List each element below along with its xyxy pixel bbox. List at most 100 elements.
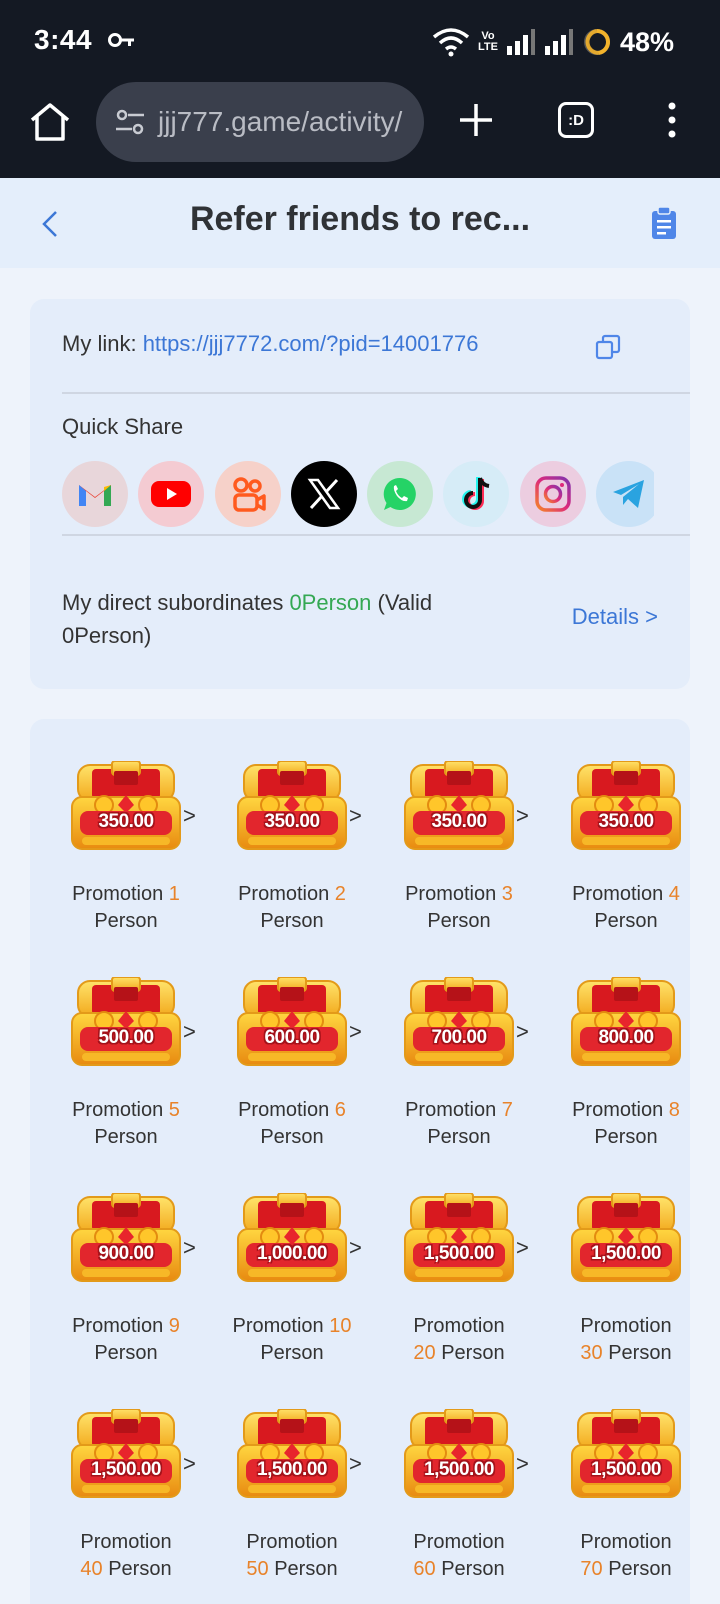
promotion-count: 2 (334, 883, 346, 905)
reward-amount: 700.00 (431, 1027, 487, 1048)
treasure-chest-icon: 500.00 (68, 977, 184, 1069)
treasure-chest-icon: 350.00 (568, 761, 684, 853)
progression-arrow: > (183, 803, 196, 828)
progression-arrow: > (349, 803, 362, 828)
treasure-chest-icon: 1,500.00 (401, 1409, 517, 1501)
reward-amount: 800.00 (598, 1027, 654, 1048)
rewards-grid: 350.00 Promotion 1 Person > 350.00 Promotion… (30, 719, 690, 1604)
treasure-chest-icon: 1,500.00 (401, 1193, 517, 1285)
reward-tier: 600.00 Promotion 6 Person (210, 977, 374, 1151)
reward-tier: 1,500.00 Promotion 20 Person (377, 1193, 541, 1367)
referral-link-card: My link: https://jjj7772.com/?pid=140017… (30, 299, 690, 689)
reward-tier: 1,000.00 Promotion 10 Person (210, 1193, 374, 1367)
reward-tier: 350.00 Promotion 1 Person (44, 761, 208, 935)
signal-icon-1 (506, 29, 535, 55)
reward-tier: 800.00 Promotion 8 Person (544, 977, 708, 1151)
reward-tier: 1,500.00 Promotion 40 Person (44, 1409, 208, 1583)
reward-tier: 900.00 Promotion 9 Person (44, 1193, 208, 1367)
instagram-share-icon[interactable] (520, 461, 586, 527)
progression-arrow: > (349, 1235, 362, 1260)
progression-arrow: > (349, 1451, 362, 1476)
x-share-icon[interactable] (291, 461, 357, 527)
kuaishou-share-icon[interactable] (215, 461, 281, 527)
treasure-chest-icon: 900.00 (68, 1193, 184, 1285)
progression-arrow: > (516, 1235, 529, 1260)
quick-share-row (62, 461, 654, 529)
reward-requirement: Promotion 9 Person (72, 1315, 180, 1364)
battery-ring-icon (583, 28, 610, 55)
direct-subordinates-text: My direct subordinates 0Person (Valid 0P… (62, 590, 433, 648)
site-settings-icon[interactable] (114, 106, 146, 138)
address-bar[interactable]: jjj777.game/activity/ (96, 82, 424, 162)
reward-amount: 600.00 (264, 1027, 320, 1048)
reward-requirement: Promotion 3 Person (405, 883, 513, 932)
tab-switcher-button[interactable]: :D (558, 102, 594, 138)
reward-tier: 350.00 Promotion 3 Person (377, 761, 541, 935)
battery-percent: 48% (619, 26, 674, 57)
reward-amount: 1,000.00 (257, 1243, 327, 1264)
reward-requirement: Promotion 30 Person (580, 1315, 672, 1364)
youtube-share-icon[interactable] (138, 461, 204, 527)
home-button[interactable] (28, 100, 72, 144)
treasure-chest-icon: 700.00 (401, 977, 517, 1069)
promotion-count: 40 (80, 1558, 103, 1580)
progression-arrow: > (349, 1019, 362, 1044)
my-link-url[interactable]: https://jjj7772.com/?pid=14001776 (143, 331, 479, 356)
reward-requirement: Promotion 70 Person (580, 1531, 672, 1580)
promotion-count: 9 (168, 1315, 180, 1337)
page-title: Refer friends to rec... (189, 200, 531, 238)
details-link[interactable]: Details > (572, 604, 658, 630)
promotion-count: 8 (668, 1099, 680, 1121)
wifi-icon (432, 28, 470, 57)
treasure-chest-icon: 350.00 (234, 761, 350, 853)
promotion-count: 50 (246, 1558, 269, 1580)
url-text: jjj777.game/activity/ (158, 106, 403, 137)
reward-requirement: Promotion 7 Person (405, 1099, 513, 1148)
tiktok-share-icon[interactable] (443, 461, 509, 527)
key-icon (108, 33, 134, 47)
volte-indicator: Vo LTE (477, 30, 498, 53)
reward-tier: 1,500.00 Promotion 30 Person (544, 1193, 708, 1367)
signal-icon-2 (544, 29, 573, 55)
reward-requirement: Promotion 4 Person (572, 883, 680, 932)
new-tab-button[interactable] (456, 100, 496, 140)
progression-arrow: > (183, 1019, 196, 1044)
overflow-menu-icon[interactable] (662, 100, 682, 140)
reward-tier: 1,500.00 Promotion 60 Person (377, 1409, 541, 1583)
clipboard-icon[interactable] (650, 206, 678, 240)
divider (62, 392, 690, 394)
divider (62, 534, 690, 536)
promotion-count: 7 (501, 1099, 513, 1121)
reward-amount: 350.00 (98, 811, 154, 832)
treasure-chest-icon: 1,500.00 (68, 1409, 184, 1501)
quick-share-label: Quick Share (62, 414, 184, 439)
reward-amount: 1,500.00 (591, 1243, 661, 1264)
reward-amount: 350.00 (598, 811, 654, 832)
progression-arrow: > (183, 1235, 196, 1260)
reward-tier: 1,500.00 Promotion 70 Person (544, 1409, 708, 1583)
promotion-count: 1 (168, 883, 180, 905)
page-header: Refer friends to rec... (0, 178, 720, 268)
promotion-count: 60 (413, 1558, 436, 1580)
copy-icon[interactable] (594, 333, 622, 361)
reward-requirement: Promotion 40 Person (80, 1531, 172, 1580)
progression-arrow: > (516, 803, 529, 828)
status-bar: 3:44 Vo LTE 48% (0, 0, 720, 82)
reward-requirement: Promotion 6 Person (238, 1099, 346, 1148)
treasure-chest-icon: 1,000.00 (234, 1193, 350, 1285)
gmail-share-icon[interactable] (62, 461, 128, 527)
promotion-count: 6 (334, 1099, 346, 1121)
reward-amount: 1,500.00 (424, 1459, 494, 1480)
reward-tier: 500.00 Promotion 5 Person (44, 977, 208, 1151)
promotion-count: 4 (668, 883, 680, 905)
reward-requirement: Promotion 60 Person (413, 1531, 505, 1580)
telegram-share-icon[interactable] (596, 461, 654, 527)
treasure-chest-icon: 1,500.00 (568, 1409, 684, 1501)
reward-requirement: Promotion 50 Person (246, 1531, 338, 1580)
whatsapp-share-icon[interactable] (367, 461, 433, 527)
reward-amount: 1,500.00 (424, 1243, 494, 1264)
progression-arrow: > (183, 1451, 196, 1476)
reward-amount: 350.00 (264, 811, 320, 832)
my-link-row: My link: https://jjj7772.com/?pid=140017… (62, 331, 479, 356)
reward-requirement: Promotion 1 Person (72, 883, 180, 932)
